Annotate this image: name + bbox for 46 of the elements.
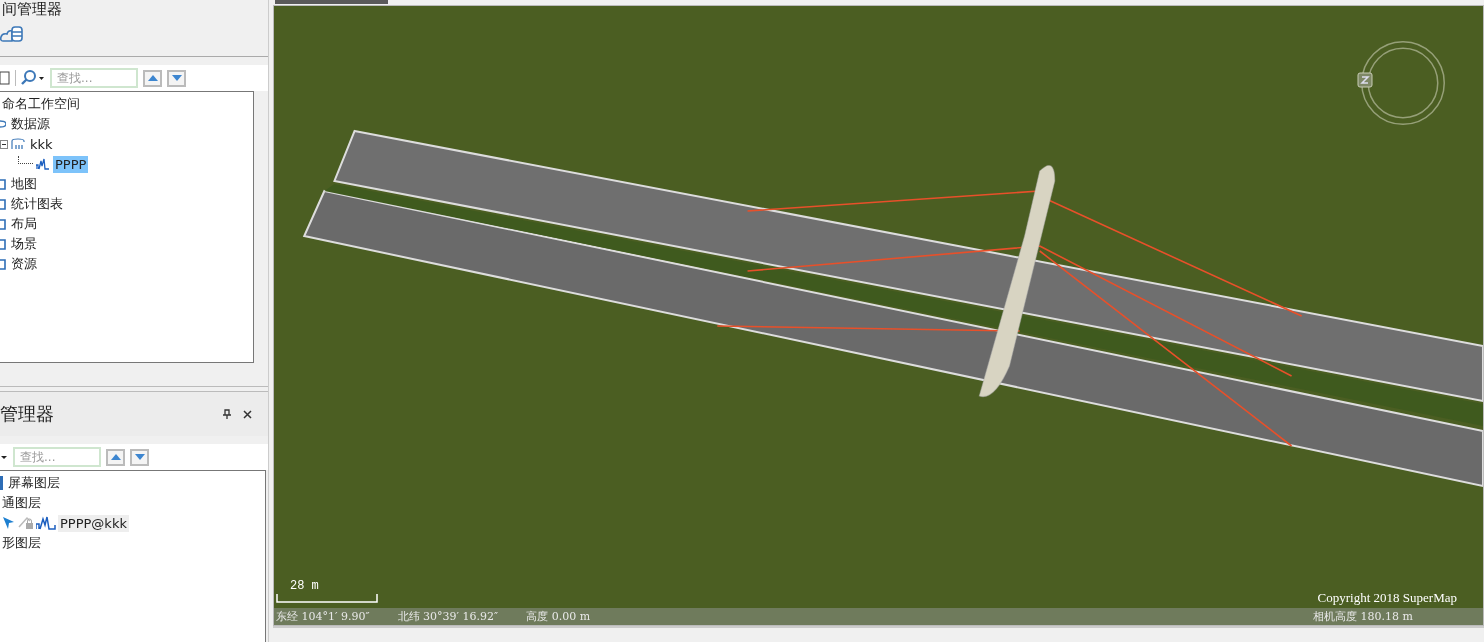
layer-item[interactable]: PPPP@kkk <box>58 514 129 532</box>
coordinate-text: 高度 0.00 m <box>526 609 591 624</box>
pointer-icon[interactable] <box>2 516 16 530</box>
cloud-database-icon[interactable] <box>0 24 24 44</box>
up-triangle-icon <box>146 74 159 82</box>
search-field[interactable]: 查找... <box>13 447 101 467</box>
previous-button[interactable] <box>143 69 162 87</box>
panel-title: 管理器 <box>0 402 54 426</box>
next-button[interactable] <box>130 448 149 466</box>
panel-title: 间管理器 <box>1 0 63 18</box>
terrain-icon <box>36 158 50 170</box>
tree-item[interactable]: 数据源 <box>9 114 52 134</box>
search-icon[interactable] <box>21 70 45 86</box>
tree-item[interactable]: 形图层 <box>0 533 43 553</box>
scene-view[interactable]: 28 m Copyright 2018 SuperMap 东经 104°1′ 9.90″ 北纬 30°39′ 16.92″ 高度 0.00 m 相机高度 180.18 m <box>273 5 1484 626</box>
terrain-icon <box>36 516 56 530</box>
close-icon[interactable] <box>243 409 252 419</box>
coordinate-text: 北纬 30°39′ 16.92″ <box>397 609 499 624</box>
tree-item[interactable]: 通图层 <box>0 493 43 513</box>
pin-icon[interactable] <box>223 409 231 419</box>
tree-item[interactable]: 屏幕图层 <box>6 473 62 493</box>
lock-icon[interactable] <box>18 516 34 530</box>
coordinate-text: 东经 104°1′ 9.90″ <box>276 609 370 624</box>
tree-item[interactable]: 命名工作空间 <box>0 94 82 114</box>
tree-item[interactable]: 地图 <box>9 174 39 194</box>
down-triangle-icon <box>170 74 183 82</box>
previous-button[interactable] <box>106 448 125 466</box>
tree-item[interactable]: 资源 <box>9 254 39 274</box>
compass-icon[interactable] <box>1355 38 1445 128</box>
dropdown-arrow-icon[interactable] <box>0 454 8 460</box>
up-triangle-icon <box>109 453 122 461</box>
layer-group-icon <box>0 476 3 490</box>
scale-label: 28 m <box>290 579 320 593</box>
copyright-text: Copyright 2018 SuperMap <box>1317 590 1457 606</box>
database-icon <box>11 138 25 150</box>
search-field[interactable]: 查找... <box>50 68 138 88</box>
tree-item[interactable]: PPPP <box>53 155 89 173</box>
tree-item[interactable]: kkk <box>28 135 55 153</box>
next-button[interactable] <box>167 69 186 87</box>
tree-item[interactable]: 统计图表 <box>9 194 65 214</box>
collapse-icon[interactable] <box>0 139 8 149</box>
tree-item[interactable]: 场景 <box>9 234 39 254</box>
down-triangle-icon <box>133 453 146 461</box>
camera-height-text: 相机高度 180.18 m <box>1313 609 1413 624</box>
document-icon[interactable] <box>0 70 10 86</box>
tree-item[interactable]: 布局 <box>9 214 39 234</box>
